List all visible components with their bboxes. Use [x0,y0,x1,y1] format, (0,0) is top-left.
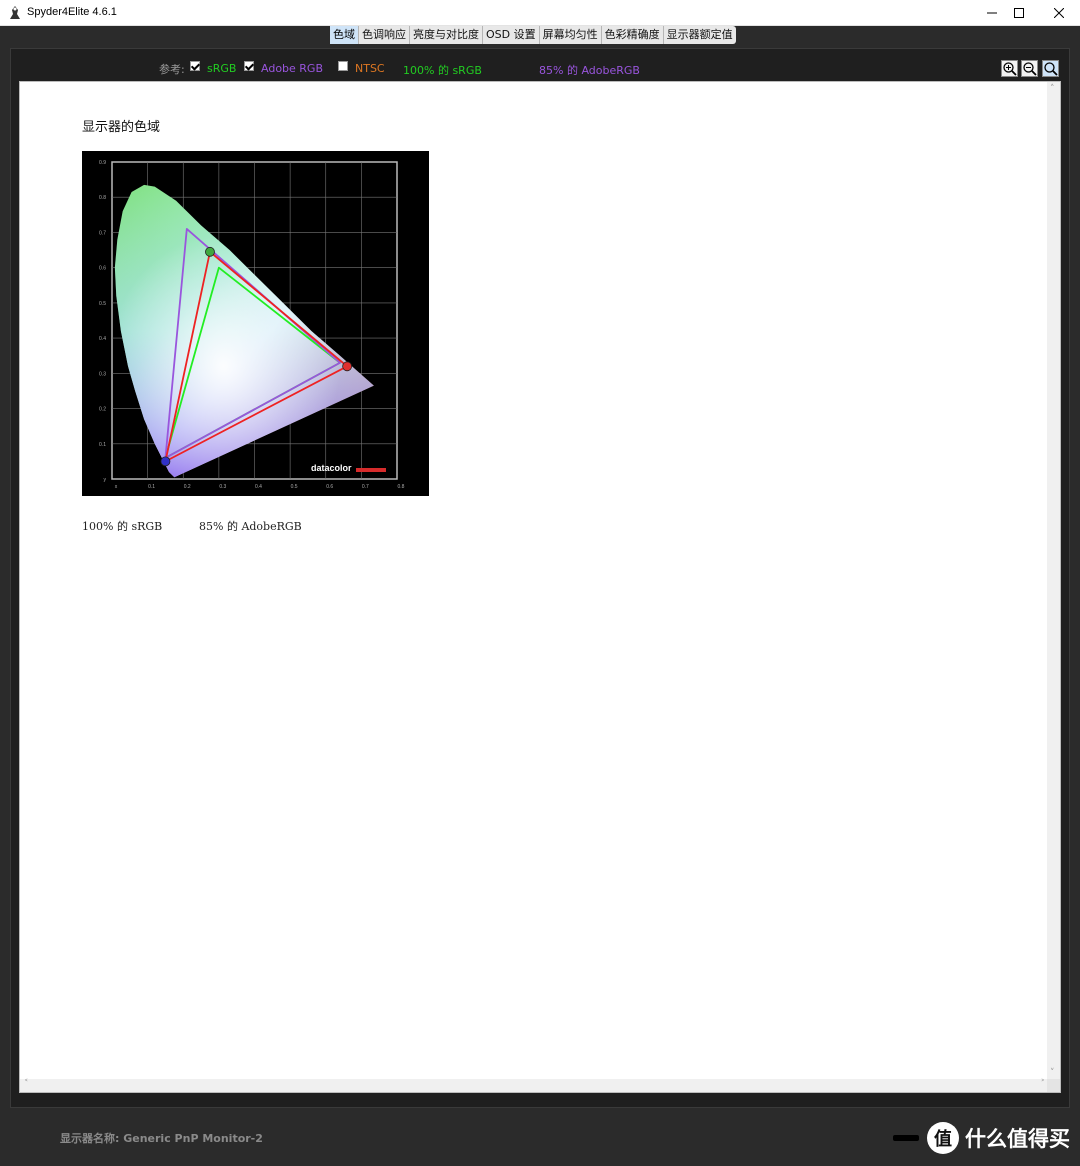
title-bar: Spyder4Elite 4.6.1 [0,0,1080,26]
tab-screen-uniformity[interactable]: 屏幕均匀性 [540,26,602,44]
window-title: Spyder4Elite 4.6.1 [27,6,117,18]
reference-row: 参考: sRGB Adobe RGB NTSC 100% 的 sRGB 85% … [0,58,1080,78]
y-tick-label: 0.4 [99,336,106,342]
tab-color-gamut[interactable]: 色域 [330,26,359,44]
cie-chart-svg: x 0.1 0.2 0.3 0.4 0.5 0.6 0.7 0.8 y 0.1 0.2 0.3 0.4 0.… [99,160,405,490]
x-tick-label: 0.2 [184,484,191,490]
maximize-icon [1014,8,1024,18]
close-icon [1054,8,1064,18]
x-tick-label: x [115,484,118,490]
y-tick-label: 0.3 [99,371,106,377]
status-bar: 显示器名称: Generic PnP Monitor-2 值 什么值得买 [0,1110,1080,1166]
app-window: Spyder4Elite 4.6.1 色域 色调响应 亮度与对比度 OSD 设置… [0,0,1080,1166]
zoom-out-button[interactable] [1021,60,1038,77]
gamut-heading: 显示器的色域 [82,120,161,135]
srgb-checkbox[interactable] [190,61,200,71]
x-tick-label: 0.3 [219,484,226,490]
brand-bar [893,1135,919,1141]
tab-tone-response[interactable]: 色调响应 [359,26,410,44]
x-tick-label: 0.7 [362,484,369,490]
scroll-left-icon[interactable]: ˂ [24,1079,29,1089]
maximize-button[interactable] [999,0,1039,26]
white-point-glow [114,184,374,478]
y-tick-label: 0.8 [99,195,106,201]
adobe-rgb-ref-label: Adobe RGB [261,62,324,75]
zoom-fit-icon [1044,62,1058,76]
y-tick-label: y [104,477,107,483]
x-tick-label: 0.8 [398,484,405,490]
brand-logo-icon: 值 [927,1122,959,1154]
tab-bar: 色域 色调响应 亮度与对比度 OSD 设置 屏幕均匀性 色彩精确度 显示器额定值 [330,26,736,44]
y-tick-label: 0.2 [99,407,106,413]
blue-primary-marker [160,456,171,467]
zoom-out-icon [1023,62,1037,76]
watermark-brand: 值 什么值得买 [893,1120,1070,1156]
datacolor-logo: datacolor [311,463,352,473]
ntsc-ref-label: NTSC [355,62,385,75]
ntsc-checkbox[interactable] [338,61,348,71]
y-tick-label: 0.7 [99,230,106,236]
x-tick-label: 0.5 [291,484,298,490]
red-primary-marker [342,361,353,372]
datacolor-logo-bar [356,468,386,472]
cie-gamut-chart: x 0.1 0.2 0.3 0.4 0.5 0.6 0.7 0.8 y 0.1 0.2 0.3 0.4 0.… [82,151,429,496]
x-tick-label: 0.6 [326,484,333,490]
zoom-in-icon [1003,62,1017,76]
x-tick-label: 0.4 [255,484,262,490]
tab-osd-settings[interactable]: OSD 设置 [483,26,540,44]
y-tick-label: 0.6 [99,266,106,272]
spyder-app-icon [10,6,20,19]
tab-color-accuracy[interactable]: 色彩精确度 [602,26,664,44]
adobe-rgb-checkbox[interactable] [244,61,254,71]
x-tick-label: 0.1 [148,484,155,490]
brand-text: 什么值得买 [965,1127,1070,1151]
srgb-coverage-summary: 100% 的 sRGB [403,64,482,77]
adobe-coverage-summary: 85% 的 AdobeRGB [539,64,640,77]
green-primary-marker [205,246,215,257]
scroll-corner [1047,1079,1060,1092]
tab-brightness-contrast[interactable]: 亮度与对比度 [410,26,483,44]
scroll-up-icon[interactable]: ˄ [1050,84,1055,94]
y-tick-label: 0.9 [99,160,106,166]
minimize-icon [987,12,997,14]
horizontal-scrollbar[interactable]: ˂ ˃ [20,1079,1049,1092]
reference-label: 参考: [159,63,185,76]
y-tick-label: 0.5 [99,301,106,307]
scroll-down-icon[interactable]: ˅ [1050,1068,1055,1078]
srgb-caption: 100% 的 sRGB [82,520,163,533]
close-button[interactable] [1039,0,1079,26]
vertical-scrollbar[interactable]: ˄ ˅ [1047,82,1060,1080]
report-panel: 显示器的色域 x 0.1 0.2 0.3 0.4 0.5 0.6 0.7 0.8… [19,81,1061,1093]
scroll-right-icon[interactable]: ˃ [1041,1079,1046,1089]
zoom-in-button[interactable] [1001,60,1018,77]
zoom-fit-button[interactable] [1042,60,1059,77]
y-tick-label: 0.1 [99,442,106,448]
tab-monitor-rating[interactable]: 显示器额定值 [664,26,736,44]
srgb-ref-label: sRGB [207,62,237,75]
adobe-caption: 85% 的 AdobeRGB [199,520,302,533]
monitor-name: 显示器名称: Generic PnP Monitor-2 [60,1132,263,1145]
